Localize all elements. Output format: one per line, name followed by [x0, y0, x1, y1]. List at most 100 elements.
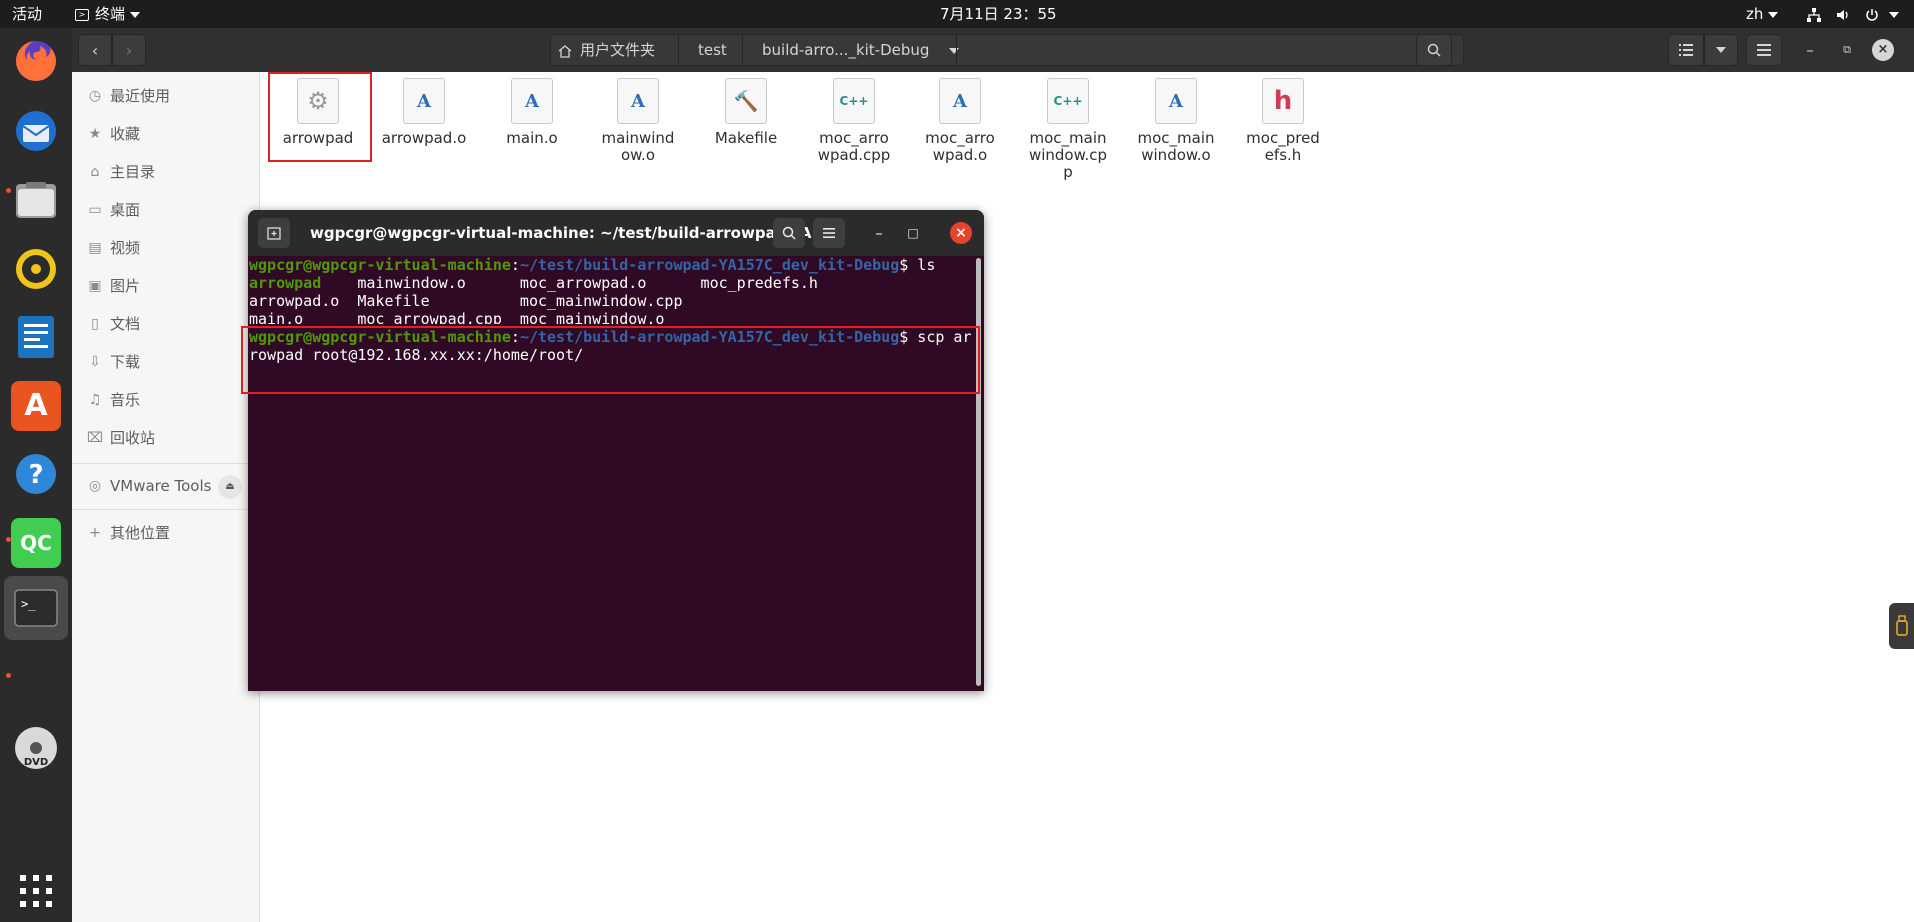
volume-icon: [1836, 9, 1848, 20]
system-tray[interactable]: [1806, 0, 1900, 28]
terminal-close-button[interactable]: ×: [950, 222, 972, 244]
rhythmbox-icon[interactable]: [11, 244, 61, 294]
svg-text:DVD: DVD: [24, 757, 48, 768]
view-list-button[interactable]: [1668, 34, 1704, 66]
file-item-moc-predefs-h[interactable]: h moc_predefs.h: [1233, 78, 1333, 164]
terminal-scrollbar[interactable]: [976, 258, 981, 686]
sidebar-item-label: 主目录: [110, 163, 156, 181]
cpp-file-icon: C++: [1047, 78, 1089, 124]
sidebar-item-videos[interactable]: ▤ 视频: [72, 230, 260, 266]
chevron-down-icon: [949, 47, 960, 54]
file-item-moc-arrowpad-cpp[interactable]: C++ moc_arrowpad.cpp: [804, 78, 904, 164]
file-item-moc-mainwindow-o[interactable]: A moc_mainwindow.o: [1126, 78, 1226, 164]
sidebar-item-downloads[interactable]: ⇩ 下载: [72, 344, 260, 380]
new-tab-button[interactable]: [258, 218, 290, 248]
search-icon: [1427, 43, 1441, 57]
forward-button[interactable]: ›: [112, 34, 146, 66]
file-name: moc_mainwindow.o: [1137, 129, 1215, 164]
firefox-icon[interactable]: [11, 36, 61, 86]
writer-icon[interactable]: [11, 312, 61, 362]
star-icon: ★: [88, 126, 102, 142]
file-name: moc_mainwindow.cpp: [1028, 129, 1108, 181]
sidebar-item-pictures[interactable]: ▣ 图片: [72, 268, 260, 304]
hamburger-icon: [1757, 44, 1771, 56]
sidebar-item-label: 图片: [110, 277, 141, 295]
file-item-main-o[interactable]: A main.o: [482, 78, 582, 147]
back-button[interactable]: ‹: [78, 34, 112, 66]
minimize-icon: –: [1806, 41, 1814, 59]
terminal-icon[interactable]: >_: [4, 576, 68, 640]
help-icon[interactable]: ?: [11, 449, 61, 499]
sidebar-item-music[interactable]: ♫ 音乐: [72, 382, 260, 418]
home-icon: ⌂: [90, 164, 100, 180]
usb-device-tab[interactable]: [1889, 603, 1914, 649]
terminal-search-button[interactable]: [773, 218, 805, 248]
power-icon: [1865, 8, 1878, 21]
activities-button[interactable]: 活动: [12, 0, 42, 28]
header-file-icon: h: [1262, 78, 1304, 124]
terminal-small-icon: >: [75, 8, 89, 21]
app-menu[interactable]: > 终端: [75, 0, 141, 28]
music-icon: ♫: [88, 392, 102, 408]
search-button[interactable]: [1416, 34, 1452, 66]
download-icon: ⇩: [89, 354, 101, 370]
desktop-icon: ▭: [88, 202, 102, 218]
path-bar: [550, 34, 1464, 66]
sidebar-item-label: 下载: [110, 353, 141, 371]
file-item-moc-mainwindow-cpp[interactable]: C++ moc_mainwindow.cpp: [1018, 78, 1118, 181]
chevron-down-icon: [130, 11, 141, 18]
menu-button[interactable]: [1746, 34, 1782, 66]
sidebar-item-label: 视频: [110, 239, 141, 257]
cpp-file-icon: C++: [833, 78, 875, 124]
crumb-test[interactable]: test: [698, 34, 727, 66]
clock[interactable]: 7月11日 23：55: [940, 0, 1057, 28]
sidebar-item-label: 收藏: [110, 125, 141, 143]
crumb-home[interactable]: 用户文件夹: [558, 34, 655, 66]
terminal-menu-button[interactable]: [813, 218, 845, 248]
sidebar-item-starred[interactable]: ★ 收藏: [72, 116, 260, 152]
file-item-mainwindow-o[interactable]: A mainwindow.o: [588, 78, 688, 164]
file-name: main.o: [506, 129, 558, 147]
eject-icon[interactable]: ⏏: [218, 475, 242, 499]
view-options-button[interactable]: [1704, 34, 1738, 66]
language-label: zh: [1746, 5, 1764, 23]
document-icon: ▯: [91, 316, 99, 332]
crumb-current[interactable]: build-arro..._kit-Debug: [762, 34, 960, 66]
sidebar-item-trash[interactable]: ⌧ 回收站: [72, 420, 260, 456]
search-icon: [782, 226, 796, 240]
file-item-makefile[interactable]: 🔨 Makefile: [696, 78, 796, 147]
ls-output: main.o moc_arrowpad.cpp moc_mainwindow.o: [249, 310, 665, 324]
terminal-window: wgpcgr@wgpcgr-virtual-machine: ~/test/bu…: [248, 210, 984, 691]
files-headerbar: ‹ › 用户文件夹 test build-arro..._kit-Debug –…: [72, 28, 1914, 72]
terminal-line: arrowpad.o Makefile moc_mainwindow.cpp: [249, 292, 984, 310]
show-apps-icon[interactable]: [11, 866, 61, 916]
file-name: moc_arrowpad.o: [925, 129, 995, 164]
close-button[interactable]: ×: [1872, 39, 1894, 61]
software-icon[interactable]: A: [11, 381, 61, 431]
terminal-maximize-button[interactable]: □: [903, 223, 923, 243]
sidebar-item-documents[interactable]: ▯ 文档: [72, 306, 260, 342]
terminal-minimize-button[interactable]: –: [869, 223, 889, 243]
sidebar-item-recent[interactable]: ◷ 最近使用: [72, 78, 260, 114]
sidebar-item-label: 最近使用: [110, 87, 171, 105]
sidebar-item-desktop[interactable]: ▭ 桌面: [72, 192, 260, 228]
terminal-line: arrowpad mainwindow.o moc_arrowpad.o moc…: [249, 274, 984, 292]
sidebar-item-other-locations[interactable]: + 其他位置: [72, 515, 260, 551]
sidebar-divider: [72, 509, 260, 510]
restore-button[interactable]: ⧉: [1836, 39, 1858, 61]
dvd-icon[interactable]: DVD: [11, 723, 61, 773]
ls-executable: arrowpad: [249, 274, 322, 292]
text-file-icon: A: [403, 78, 445, 124]
files-icon[interactable]: [11, 175, 61, 225]
file-item-arrowpad-o[interactable]: A arrowpad.o: [374, 78, 474, 147]
file-item-moc-arrowpad-o[interactable]: A moc_arrowpad.o: [910, 78, 1010, 164]
sidebar-item-vmware[interactable]: ◎ VMware Tools ⏏: [72, 468, 260, 504]
sidebar-item-home[interactable]: ⌂ 主目录: [72, 154, 260, 190]
crumb-label: 用户文件夹: [580, 41, 656, 59]
terminal-output[interactable]: wgpcgr@wgpcgr-virtual-machine:~/test/bui…: [248, 256, 984, 691]
language-selector[interactable]: zh: [1746, 0, 1779, 28]
maximize-icon: □: [907, 226, 919, 240]
qtcreator-icon[interactable]: QC: [11, 518, 61, 568]
thunderbird-icon[interactable]: [11, 106, 61, 156]
minimize-button[interactable]: –: [1799, 39, 1821, 61]
